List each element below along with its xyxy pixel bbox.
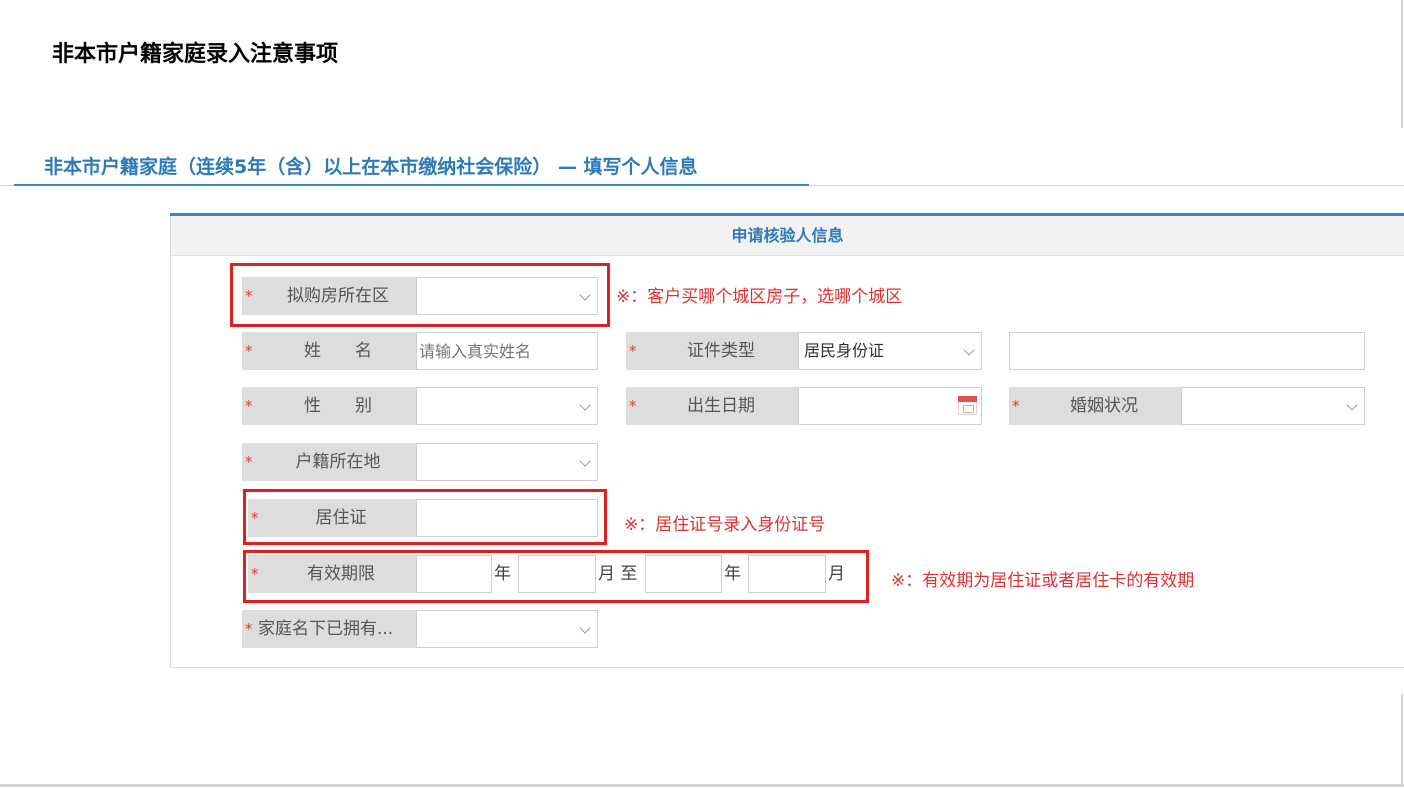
required-mark: * (245, 453, 253, 471)
id-type-label: * 证件类型 (626, 332, 798, 370)
required-mark: * (245, 620, 253, 638)
gender-select[interactable] (416, 387, 598, 425)
birth-date-input[interactable] (798, 387, 982, 425)
section-title: 非本市户籍家庭（连续5年（含）以上在本市缴纳社会保险） — 填写个人信息 (44, 156, 698, 178)
required-mark: * (1012, 397, 1020, 415)
page-edge-right-top (1401, 0, 1403, 128)
owned-property-label: * 家庭名下已拥有... (242, 610, 416, 648)
hukou-label: * 户籍所在地 (242, 443, 416, 481)
required-mark: * (629, 397, 637, 415)
chevron-down-icon (579, 455, 591, 467)
section-divider-accent (14, 184, 809, 186)
residence-permit-note: ※：居住证号录入身份证号 (624, 515, 826, 535)
marital-status-label: * 婚姻状况 (1009, 387, 1181, 425)
residence-permit-highlight-box (243, 489, 607, 545)
validity-highlight-box (243, 550, 869, 603)
panel-header-title: 申请核验人信息 (731, 226, 844, 245)
required-mark: * (245, 397, 253, 415)
page-edge-bottom (0, 784, 1404, 787)
page-edge-right-bottom (1401, 694, 1403, 784)
required-mark: * (629, 342, 637, 360)
chevron-down-icon (1346, 399, 1358, 411)
birth-date-label: * 出生日期 (626, 387, 798, 425)
owned-property-select[interactable] (416, 610, 598, 648)
hukou-select[interactable] (416, 443, 598, 481)
name-input[interactable] (416, 332, 598, 370)
marital-status-select[interactable] (1181, 387, 1365, 425)
district-note: ※：客户买哪个城区房子，选哪个城区 (616, 287, 903, 307)
chevron-down-icon (579, 622, 591, 634)
id-type-select[interactable]: 居民身份证 (798, 332, 982, 370)
required-mark: * (245, 342, 253, 360)
id-number-input[interactable] (1009, 332, 1365, 370)
name-label: * 姓 名 (242, 332, 416, 370)
district-highlight-box (230, 263, 610, 327)
page-title: 非本市户籍家庭录入注意事项 (52, 42, 339, 67)
chevron-down-icon (963, 344, 975, 356)
calendar-icon[interactable] (958, 396, 977, 415)
panel-header: 申请核验人信息 (171, 216, 1404, 256)
gender-label: * 性 别 (242, 387, 416, 425)
validity-note: ※：有效期为居住证或者居住卡的有效期 (891, 571, 1195, 591)
chevron-down-icon (579, 399, 591, 411)
